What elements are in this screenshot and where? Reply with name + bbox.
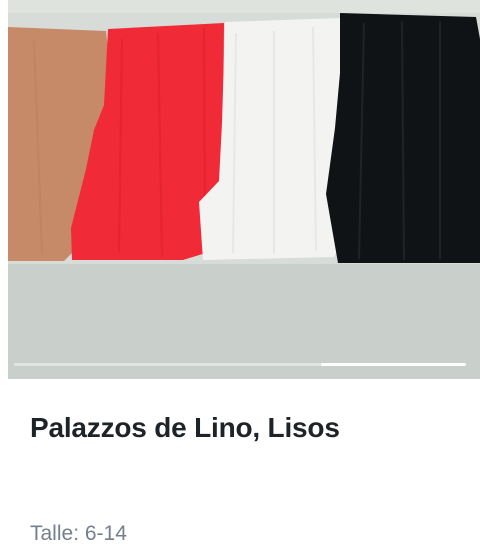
carousel-progress-track [14, 363, 466, 366]
product-title: Palazzos de Lino, Lisos [30, 412, 340, 443]
size-info: Talle: 6-14 [30, 522, 127, 545]
carousel-top-strip [8, 0, 480, 13]
product-image-carousel[interactable] [8, 0, 480, 379]
carousel-progress-indicator [321, 363, 466, 366]
product-photo[interactable] [8, 13, 480, 264]
